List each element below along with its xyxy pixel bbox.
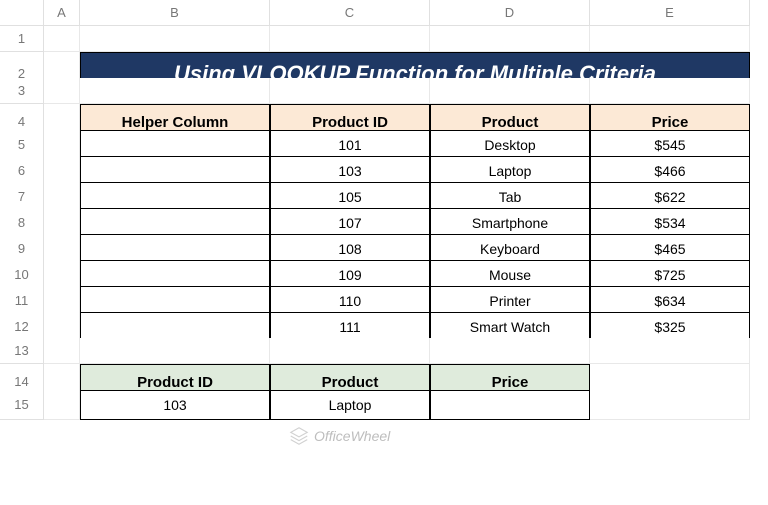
cell[interactable] <box>590 338 750 364</box>
col-header-C[interactable]: C <box>270 0 430 26</box>
cell[interactable] <box>80 78 270 104</box>
lookup-price-cell[interactable] <box>430 390 590 420</box>
lookup-id-cell[interactable]: 103 <box>80 390 270 420</box>
cell[interactable] <box>270 26 430 52</box>
row-header-15[interactable]: 15 <box>0 390 44 420</box>
cell[interactable] <box>430 338 590 364</box>
cell[interactable] <box>590 390 750 420</box>
cell[interactable] <box>44 26 80 52</box>
corner-cell[interactable] <box>0 0 44 26</box>
spreadsheet-grid[interactable]: A B C D E 1 2 Using VLOOKUP Function for… <box>0 0 768 416</box>
col-header-D[interactable]: D <box>430 0 590 26</box>
row-header-13[interactable]: 13 <box>0 338 44 364</box>
cell[interactable] <box>80 26 270 52</box>
cell[interactable] <box>270 338 430 364</box>
logo-icon <box>288 425 310 447</box>
watermark-text: OfficeWheel <box>314 428 390 444</box>
lookup-product-cell[interactable]: Laptop <box>270 390 430 420</box>
cell[interactable] <box>590 26 750 52</box>
cell[interactable] <box>430 26 590 52</box>
cell[interactable] <box>44 338 80 364</box>
cell[interactable] <box>80 338 270 364</box>
row-header-1[interactable]: 1 <box>0 26 44 52</box>
cell[interactable] <box>44 78 80 104</box>
cell[interactable] <box>270 78 430 104</box>
col-header-B[interactable]: B <box>80 0 270 26</box>
cell[interactable] <box>590 78 750 104</box>
cell[interactable] <box>44 390 80 420</box>
watermark: OfficeWheel <box>288 425 390 447</box>
col-header-E[interactable]: E <box>590 0 750 26</box>
row-header-3[interactable]: 3 <box>0 78 44 104</box>
col-header-A[interactable]: A <box>44 0 80 26</box>
cell[interactable] <box>430 78 590 104</box>
